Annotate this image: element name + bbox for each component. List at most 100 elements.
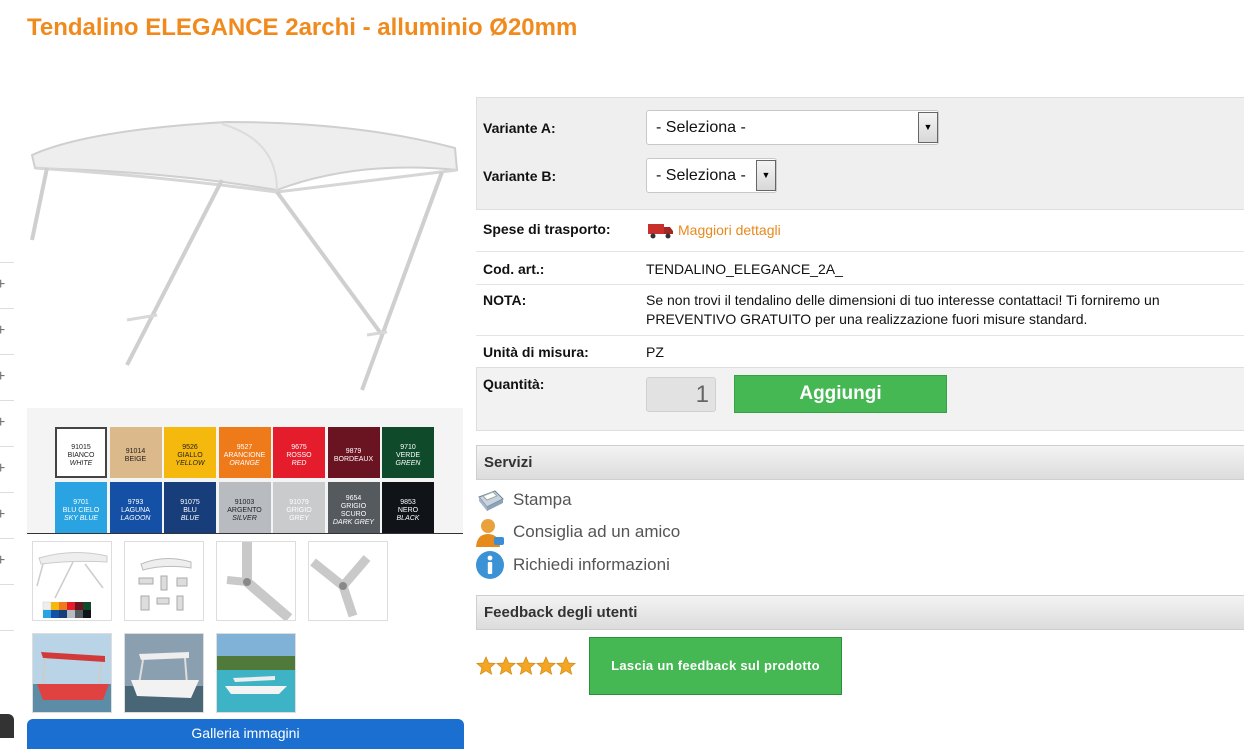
swatch-it: GRIGIO xyxy=(286,506,312,514)
swatch-code: 91014 xyxy=(125,447,146,455)
swatch-it: BLU CIELO xyxy=(62,506,100,514)
swatch-code: 9853 xyxy=(400,498,416,506)
expand-plus-icon[interactable]: + xyxy=(0,415,10,431)
expand-plus-icon[interactable]: + xyxy=(0,553,10,569)
expand-plus-icon[interactable]: + xyxy=(0,277,10,293)
product-title: Tendalino ELEGANCE 2archi - alluminio Ø2… xyxy=(27,14,578,41)
swatch-en: RED xyxy=(291,459,307,467)
rating-stars xyxy=(476,656,576,676)
swatch-code: 9793 xyxy=(127,498,144,506)
note-label: NOTA: xyxy=(483,292,527,308)
color-swatch: 9654 GRIGIO SCURO DARK GREY xyxy=(327,482,380,533)
color-swatch: 9526 GIALLO YELLOW xyxy=(164,427,216,478)
color-swatch: 91075 BLU BLUE xyxy=(164,482,216,533)
service-recommend-label[interactable]: Consiglia ad un amico xyxy=(513,522,680,542)
variant-a-value: - Seleziona - xyxy=(656,119,746,136)
row-divider xyxy=(476,335,1244,336)
shipping-link-text[interactable]: Maggiori dettagli xyxy=(678,222,781,238)
swatch-code: 9654 xyxy=(345,494,362,502)
swatch-en: BLUE xyxy=(180,514,200,522)
star-icon xyxy=(536,656,556,676)
leave-feedback-button[interactable]: Lascia un feedback sul prodotto xyxy=(589,637,842,695)
swatch-en: LAGOON xyxy=(120,514,151,522)
services-header: Servizi xyxy=(476,445,1244,480)
swatch-en: GREY xyxy=(289,514,309,522)
swatch-code: 91075 xyxy=(180,498,200,506)
service-info-label[interactable]: Richiedi informazioni xyxy=(513,555,670,575)
service-print-label[interactable]: Stampa xyxy=(513,490,572,510)
color-swatch: 9701 BLU CIELO SKY BLUE xyxy=(55,482,107,533)
color-swatch: 9710 VERDE GREEN xyxy=(382,427,434,478)
star-icon xyxy=(556,656,576,676)
code-label: Cod. art.: xyxy=(483,261,545,277)
swatch-en: SILVER xyxy=(232,514,257,522)
swatch-en: DARK GREY xyxy=(332,518,375,526)
variant-b-value: - Seleziona - xyxy=(656,167,746,184)
expand-plus-icon[interactable]: + xyxy=(0,369,10,385)
color-swatch-chart: 91015 BIANCO WHITE 91014 BEIGE 9526 GIALLO YELL… xyxy=(27,408,463,534)
thumbnail-joint[interactable] xyxy=(216,541,296,621)
feedback-header: Feedback degli utenti xyxy=(476,595,1244,630)
thumbnail-product[interactable] xyxy=(32,541,112,621)
swatch-code: 91003 xyxy=(234,498,255,506)
thumbnail-boat-white[interactable] xyxy=(124,633,204,713)
swatch-en: SKY BLUE xyxy=(63,514,99,522)
swatch-code: 91079 xyxy=(289,498,309,506)
edge-divider xyxy=(0,354,14,355)
color-swatch: 91079 GRIGIO GREY xyxy=(273,482,325,533)
swatch-it: ROSSO xyxy=(286,451,312,459)
color-swatch: 9793 LAGUNA LAGOON xyxy=(109,482,162,533)
swatch-en: GREEN xyxy=(395,459,421,467)
chat-widget-tab[interactable] xyxy=(0,714,14,738)
swatch-it: NERO xyxy=(397,506,419,514)
star-icon xyxy=(476,656,496,676)
swatch-en: WHITE xyxy=(69,459,93,467)
star-icon xyxy=(496,656,516,676)
code-value: TENDALINO_ELEGANCE_2A_ xyxy=(646,261,843,277)
unit-label: Unità di misura: xyxy=(483,344,589,360)
thumbnail-boat-lake[interactable] xyxy=(216,633,296,713)
swatch-en: BLACK xyxy=(396,514,420,522)
quantity-input[interactable]: 1 xyxy=(646,377,716,412)
edge-divider xyxy=(0,262,14,263)
swatch-it: ARGENTO xyxy=(227,506,262,514)
add-to-cart-button[interactable]: Aggiungi xyxy=(734,375,947,413)
row-divider xyxy=(476,251,1244,252)
chevron-down-icon[interactable]: ▼ xyxy=(756,160,776,191)
color-swatch: 91003 ARGENTO SILVER xyxy=(218,482,271,533)
color-swatch: 9527 ARANCIONE ORANGE xyxy=(218,427,271,478)
swatch-code: 9710 xyxy=(400,443,416,451)
info-icon xyxy=(475,550,505,580)
expand-plus-icon[interactable]: + xyxy=(0,507,10,523)
variant-b-select[interactable]: - Seleziona - ▼ xyxy=(646,158,777,193)
swatch-it: VERDE xyxy=(395,451,421,459)
variant-a-label: Variante A: xyxy=(483,120,556,136)
service-print[interactable]: Stampa xyxy=(475,485,572,515)
unit-value: PZ xyxy=(646,344,664,360)
thumbnail-hinge[interactable] xyxy=(308,541,388,621)
chevron-down-icon[interactable]: ▼ xyxy=(918,112,938,143)
swatch-it: BEIGE xyxy=(124,455,147,463)
swatch-it: BORDEAUX xyxy=(333,455,374,463)
expand-plus-icon[interactable]: + xyxy=(0,323,10,339)
swatch-code: 9675 xyxy=(291,443,307,451)
color-swatch: 9879 BORDEAUX xyxy=(327,427,380,478)
swatch-it: GIALLO xyxy=(177,451,203,459)
edge-divider xyxy=(0,308,14,309)
shipping-details-link[interactable]: Maggiori dettagli xyxy=(648,221,781,239)
color-swatch: 9853 NERO BLACK xyxy=(382,482,434,533)
thumbnail-boat-red[interactable] xyxy=(32,633,112,713)
expand-plus-icon[interactable]: + xyxy=(0,461,10,477)
star-icon xyxy=(516,656,536,676)
service-info[interactable]: Richiedi informazioni xyxy=(475,550,670,580)
product-main-image[interactable] xyxy=(27,100,465,400)
swatch-it: LAGUNA xyxy=(121,506,150,514)
service-recommend[interactable]: Consiglia ad un amico xyxy=(475,517,680,547)
image-gallery-button[interactable]: Galleria immagini xyxy=(27,719,464,749)
shipping-label: Spese di trasporto: xyxy=(483,221,611,237)
thumbnail-parts[interactable] xyxy=(124,541,204,621)
variant-a-select[interactable]: - Seleziona - ▼ xyxy=(646,110,939,145)
color-swatch: 91015 BIANCO WHITE xyxy=(55,427,107,478)
truck-icon xyxy=(648,224,673,239)
swatch-en: ORANGE xyxy=(229,459,260,467)
